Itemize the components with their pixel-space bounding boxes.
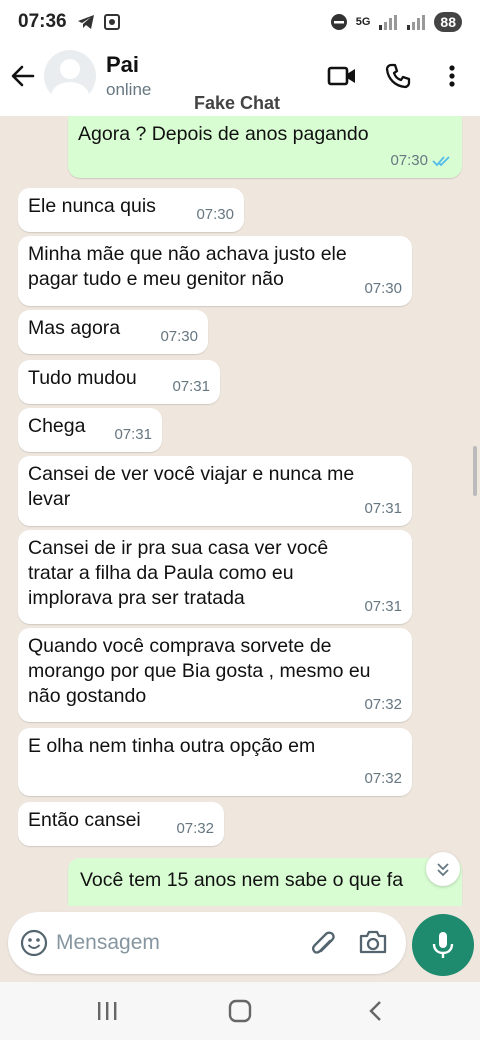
arrow-left-icon — [11, 65, 35, 87]
message-time: 07:30 — [364, 280, 402, 297]
video-call-button[interactable] — [324, 58, 360, 94]
message-text: Minha mãe que não achava justo ele pagar… — [28, 243, 347, 290]
contact-name[interactable]: Pai — [106, 52, 139, 78]
telegram-icon — [77, 15, 94, 29]
message-text: Quando você comprava sorvete de morango … — [28, 635, 371, 707]
emoji-icon — [20, 929, 48, 957]
message-text: Cansei de ver você viajar e nunca me lev… — [28, 463, 355, 510]
more-options-button[interactable] — [434, 58, 470, 94]
message-bubble[interactable]: E olha nem tinha outra opção em 07:32 — [18, 728, 412, 796]
camera-button[interactable] — [358, 928, 388, 961]
message-time: 07:32 — [364, 696, 402, 713]
message-input[interactable] — [56, 928, 296, 958]
message-time: 07:30 — [160, 328, 198, 345]
message-bubble[interactable]: Você tem 15 anos nem sabe o que fa — [68, 858, 462, 906]
message-time: 07:31 — [114, 426, 152, 443]
scrollbar[interactable] — [473, 446, 477, 496]
attach-button[interactable] — [308, 928, 336, 963]
message-time: 07:31 — [172, 378, 210, 395]
message-bubble[interactable]: Cansei de ver você viajar e nunca me lev… — [18, 456, 412, 526]
message-time: 07:30 — [390, 152, 428, 169]
screen-record-icon — [103, 14, 120, 30]
read-ticks-icon — [432, 155, 450, 166]
phone-icon — [385, 63, 411, 89]
recents-icon — [98, 1002, 117, 1020]
message-time: 07:30 — [196, 206, 234, 223]
message-bubble[interactable]: Quando você comprava sorvete de morango … — [18, 628, 412, 722]
message-bubble[interactable]: Cansei de ir pra sua casa ver você trata… — [18, 530, 412, 624]
message-bubble[interactable]: Tudo mudou 07:31 — [18, 360, 220, 404]
scroll-down-icon — [437, 863, 449, 877]
message-bubble[interactable]: Ele nunca quis 07:30 — [18, 188, 244, 232]
video-call-icon — [327, 66, 355, 86]
chevron-left-icon — [369, 1001, 381, 1021]
message-text: Você tem 15 anos nem sabe o que fa — [80, 869, 404, 891]
paperclip-icon — [311, 931, 335, 954]
message-bubble[interactable]: Então cansei 07:32 — [18, 802, 224, 846]
avatar[interactable] — [44, 50, 96, 102]
signal-icon-2 — [407, 15, 426, 30]
message-bubble[interactable]: Agora ? Depois de anos pagando 07:30 — [68, 116, 462, 178]
mic-button[interactable] — [412, 914, 474, 976]
message-time: 07:32 — [176, 820, 214, 837]
status-time: 07:36 — [18, 11, 67, 32]
status-bar: 07:36 5G 88 — [0, 0, 480, 44]
system-nav-bar — [0, 982, 480, 1040]
recents-button[interactable] — [87, 996, 127, 1026]
message-bubble[interactable]: Mas agora 07:30 — [18, 310, 208, 354]
message-text: Cansei de ir pra sua casa ver você trata… — [28, 537, 329, 609]
message-time: 07:32 — [364, 770, 402, 787]
dnd-icon — [330, 14, 347, 30]
battery-level: 88 — [434, 12, 462, 32]
message-time: 07:31 — [364, 500, 402, 517]
more-vert-icon — [449, 65, 455, 87]
scroll-down-button[interactable] — [426, 852, 460, 886]
message-text: Agora ? Depois de anos pagando — [78, 123, 369, 145]
signal-icon — [379, 15, 398, 30]
message-list[interactable]: Agora ? Depois de anos pagando 07:30 Ele… — [0, 116, 480, 906]
home-icon — [228, 999, 252, 1023]
watermark: Fake Chat — [194, 93, 281, 113]
network-label: 5G — [355, 16, 371, 28]
message-bubble[interactable]: Chega 07:31 — [18, 408, 162, 452]
camera-icon — [359, 930, 387, 954]
system-back-button[interactable] — [356, 996, 396, 1026]
emoji-button[interactable] — [20, 929, 48, 962]
back-button[interactable] — [8, 58, 38, 94]
composer — [8, 912, 406, 974]
message-text: E olha nem tinha outra opção em — [28, 735, 316, 757]
home-button[interactable] — [220, 996, 260, 1026]
microphone-icon — [432, 932, 454, 958]
message-time: 07:31 — [364, 598, 402, 615]
contact-status: online — [106, 80, 152, 99]
voice-call-button[interactable] — [380, 58, 416, 94]
message-bubble[interactable]: Minha mãe que não achava justo ele pagar… — [18, 236, 412, 306]
